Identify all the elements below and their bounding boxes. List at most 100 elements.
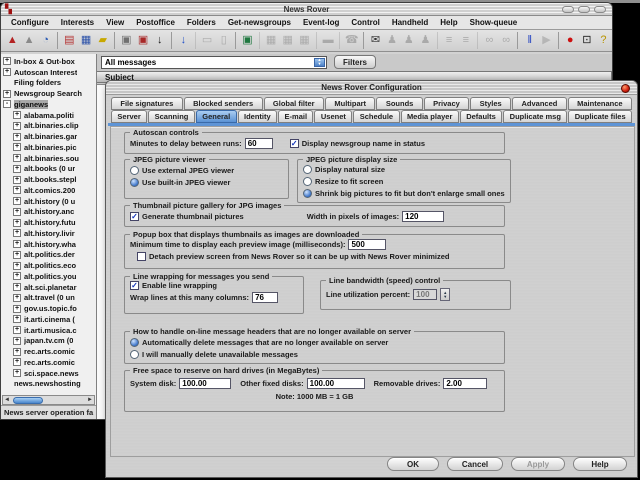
dialog-titlebar[interactable]: News Rover Configuration — [106, 81, 637, 95]
tree-item[interactable]: + sci.space.news — [1, 368, 96, 379]
users-icon[interactable]: ♟ — [417, 32, 434, 49]
min-time-input[interactable] — [348, 239, 387, 250]
jpeg-viewer-radio[interactable] — [130, 165, 139, 175]
tree-item[interactable]: Filing folders — [1, 78, 96, 89]
jpeg-size-radio[interactable] — [303, 188, 312, 198]
help-icon[interactable]: ? — [595, 32, 612, 49]
tree-expand-icon[interactable]: + — [13, 154, 21, 163]
tree-item[interactable]: + alt.politics.eco — [1, 260, 96, 271]
tree-item[interactable]: + it.arti.musica.c — [1, 325, 96, 336]
user-remove-icon[interactable]: ♟ — [400, 32, 417, 49]
tree-expand-icon[interactable]: + — [13, 175, 21, 184]
tree-expand-icon[interactable]: + — [13, 315, 21, 324]
mail-icon[interactable]: ✉ — [363, 32, 384, 49]
tree-item[interactable]: + alt.books.stepl — [1, 174, 96, 185]
tree-item[interactable]: - giganews — [1, 99, 96, 110]
tree-item[interactable]: + alt.binaries.pic — [1, 142, 96, 153]
utilization-input[interactable] — [413, 289, 438, 300]
tree-item[interactable]: + alt.books (0 ur — [1, 164, 96, 175]
tab[interactable]: Duplicate msg — [503, 110, 568, 123]
tree-item[interactable]: + In-box & Out-box — [1, 56, 96, 67]
scroll-right-icon[interactable]: ► — [86, 396, 94, 404]
list-alt-icon[interactable]: ≡ — [457, 32, 474, 49]
tree-expand-icon[interactable]: + — [3, 57, 11, 66]
tab[interactable]: Maintenance — [567, 97, 632, 110]
thumbnail-icon[interactable]: ▦ — [296, 32, 313, 49]
tab[interactable]: Schedule — [353, 110, 400, 123]
headers-radio[interactable] — [130, 337, 139, 347]
slideshow-icon[interactable]: ▦ — [279, 32, 296, 49]
tree-expand-icon[interactable]: + — [3, 68, 11, 77]
tab[interactable]: Blocked senders — [183, 97, 263, 110]
archive-icon[interactable]: ▬ — [315, 32, 337, 49]
tree-expand-icon[interactable]: + — [13, 369, 21, 378]
headers-radio[interactable] — [130, 349, 139, 359]
stop-icon[interactable]: ● — [557, 32, 579, 49]
menu-item[interactable]: Get-newsgroups — [222, 18, 297, 27]
list-view-icon[interactable]: ≡ — [436, 32, 458, 49]
menu-item[interactable]: Handheld — [386, 18, 434, 27]
tab[interactable]: E-mail — [278, 110, 314, 123]
tree-expand-icon[interactable]: + — [13, 111, 21, 120]
tab[interactable]: Privacy — [423, 97, 470, 110]
tree-item[interactable]: + alt.history (0 u — [1, 196, 96, 207]
download-icon[interactable]: ↓ — [151, 32, 168, 49]
cancel-button[interactable]: Cancel — [447, 457, 503, 471]
tree-item[interactable]: news.newshosting — [1, 379, 96, 390]
exit-icon[interactable]: ⊡ — [578, 32, 595, 49]
gallery-icon[interactable]: ▦ — [258, 32, 280, 49]
tree-item[interactable]: + alt.comics.200 — [1, 185, 96, 196]
tree-expand-icon[interactable]: + — [13, 197, 21, 206]
tab[interactable]: Scanning — [148, 110, 195, 123]
tab[interactable]: Defaults — [459, 110, 503, 123]
window-zoom-button[interactable] — [578, 6, 590, 13]
tree-item[interactable]: + alt.sci.planetar — [1, 282, 96, 293]
view-image-icon[interactable]: ▣ — [235, 32, 256, 49]
search-next-icon[interactable]: ∞ — [498, 32, 515, 49]
tree-expand-icon[interactable]: + — [13, 283, 21, 292]
newsgroups-icon[interactable]: ▦ — [78, 32, 95, 49]
tab[interactable]: Media player — [400, 110, 459, 123]
tree-item[interactable]: + japan.tv.cm (0 — [1, 336, 96, 347]
utilization-stepper-icon[interactable]: ▲ ▼ — [440, 288, 451, 301]
tree-expand-icon[interactable]: + — [13, 347, 21, 356]
user-add-icon[interactable]: ♟ — [384, 32, 401, 49]
tree-expand-icon[interactable]: + — [13, 132, 21, 141]
tree-item[interactable]: + Newsgroup Search — [1, 88, 96, 99]
tree-item[interactable]: + it.arti.cinema ( — [1, 314, 96, 325]
jpeg-size-radio[interactable] — [303, 176, 312, 186]
tree-expand-icon[interactable]: - — [3, 100, 11, 109]
tab[interactable]: File signatures — [111, 97, 183, 110]
tree-expand-icon[interactable]: + — [13, 336, 21, 345]
filters-button[interactable]: Filters — [334, 55, 377, 69]
tree-item[interactable]: + alt.history.livir — [1, 228, 96, 239]
tree-expand-icon[interactable]: + — [13, 293, 21, 302]
tree-item[interactable]: + Autoscan Interest — [1, 67, 96, 78]
dropdown-stepper-icon[interactable]: ▲ ▼ — [314, 57, 325, 67]
tab[interactable]: Global filter — [263, 97, 324, 110]
dialog-close-button[interactable] — [621, 84, 630, 93]
tree-expand-icon[interactable]: + — [13, 121, 21, 130]
tab[interactable]: Multipart — [324, 97, 376, 110]
tree-expand-icon[interactable]: + — [13, 143, 21, 152]
tab[interactable]: Sounds — [376, 97, 423, 110]
tree-item[interactable]: + alt.binaries.clip — [1, 121, 96, 132]
tree-item[interactable]: + alt.binaries.gar — [1, 131, 96, 142]
minutes-delay-input[interactable] — [244, 138, 273, 149]
tree-expand-icon[interactable]: + — [13, 358, 21, 367]
other-disks-input[interactable] — [306, 378, 365, 389]
menu-item[interactable]: Control — [345, 18, 385, 27]
tree-item[interactable]: + alt.history.wha — [1, 239, 96, 250]
display-name-checkbox[interactable] — [289, 139, 299, 148]
tree-expand-icon[interactable]: + — [13, 304, 21, 313]
menu-item[interactable]: Folders — [181, 18, 222, 27]
help-button[interactable]: Help — [573, 457, 627, 471]
scroll-left-icon[interactable]: ◄ — [3, 396, 11, 404]
tab[interactable]: Identity — [237, 110, 278, 123]
detach-preview-checkbox[interactable] — [137, 252, 146, 261]
tree-expand-icon[interactable]: + — [13, 207, 21, 216]
menu-item[interactable]: Show-queue — [464, 18, 524, 27]
tree-expand-icon[interactable]: + — [13, 164, 21, 173]
scan-start-icon[interactable]: ▲ — [4, 32, 21, 49]
post-cancel-icon[interactable]: ▣ — [135, 32, 152, 49]
